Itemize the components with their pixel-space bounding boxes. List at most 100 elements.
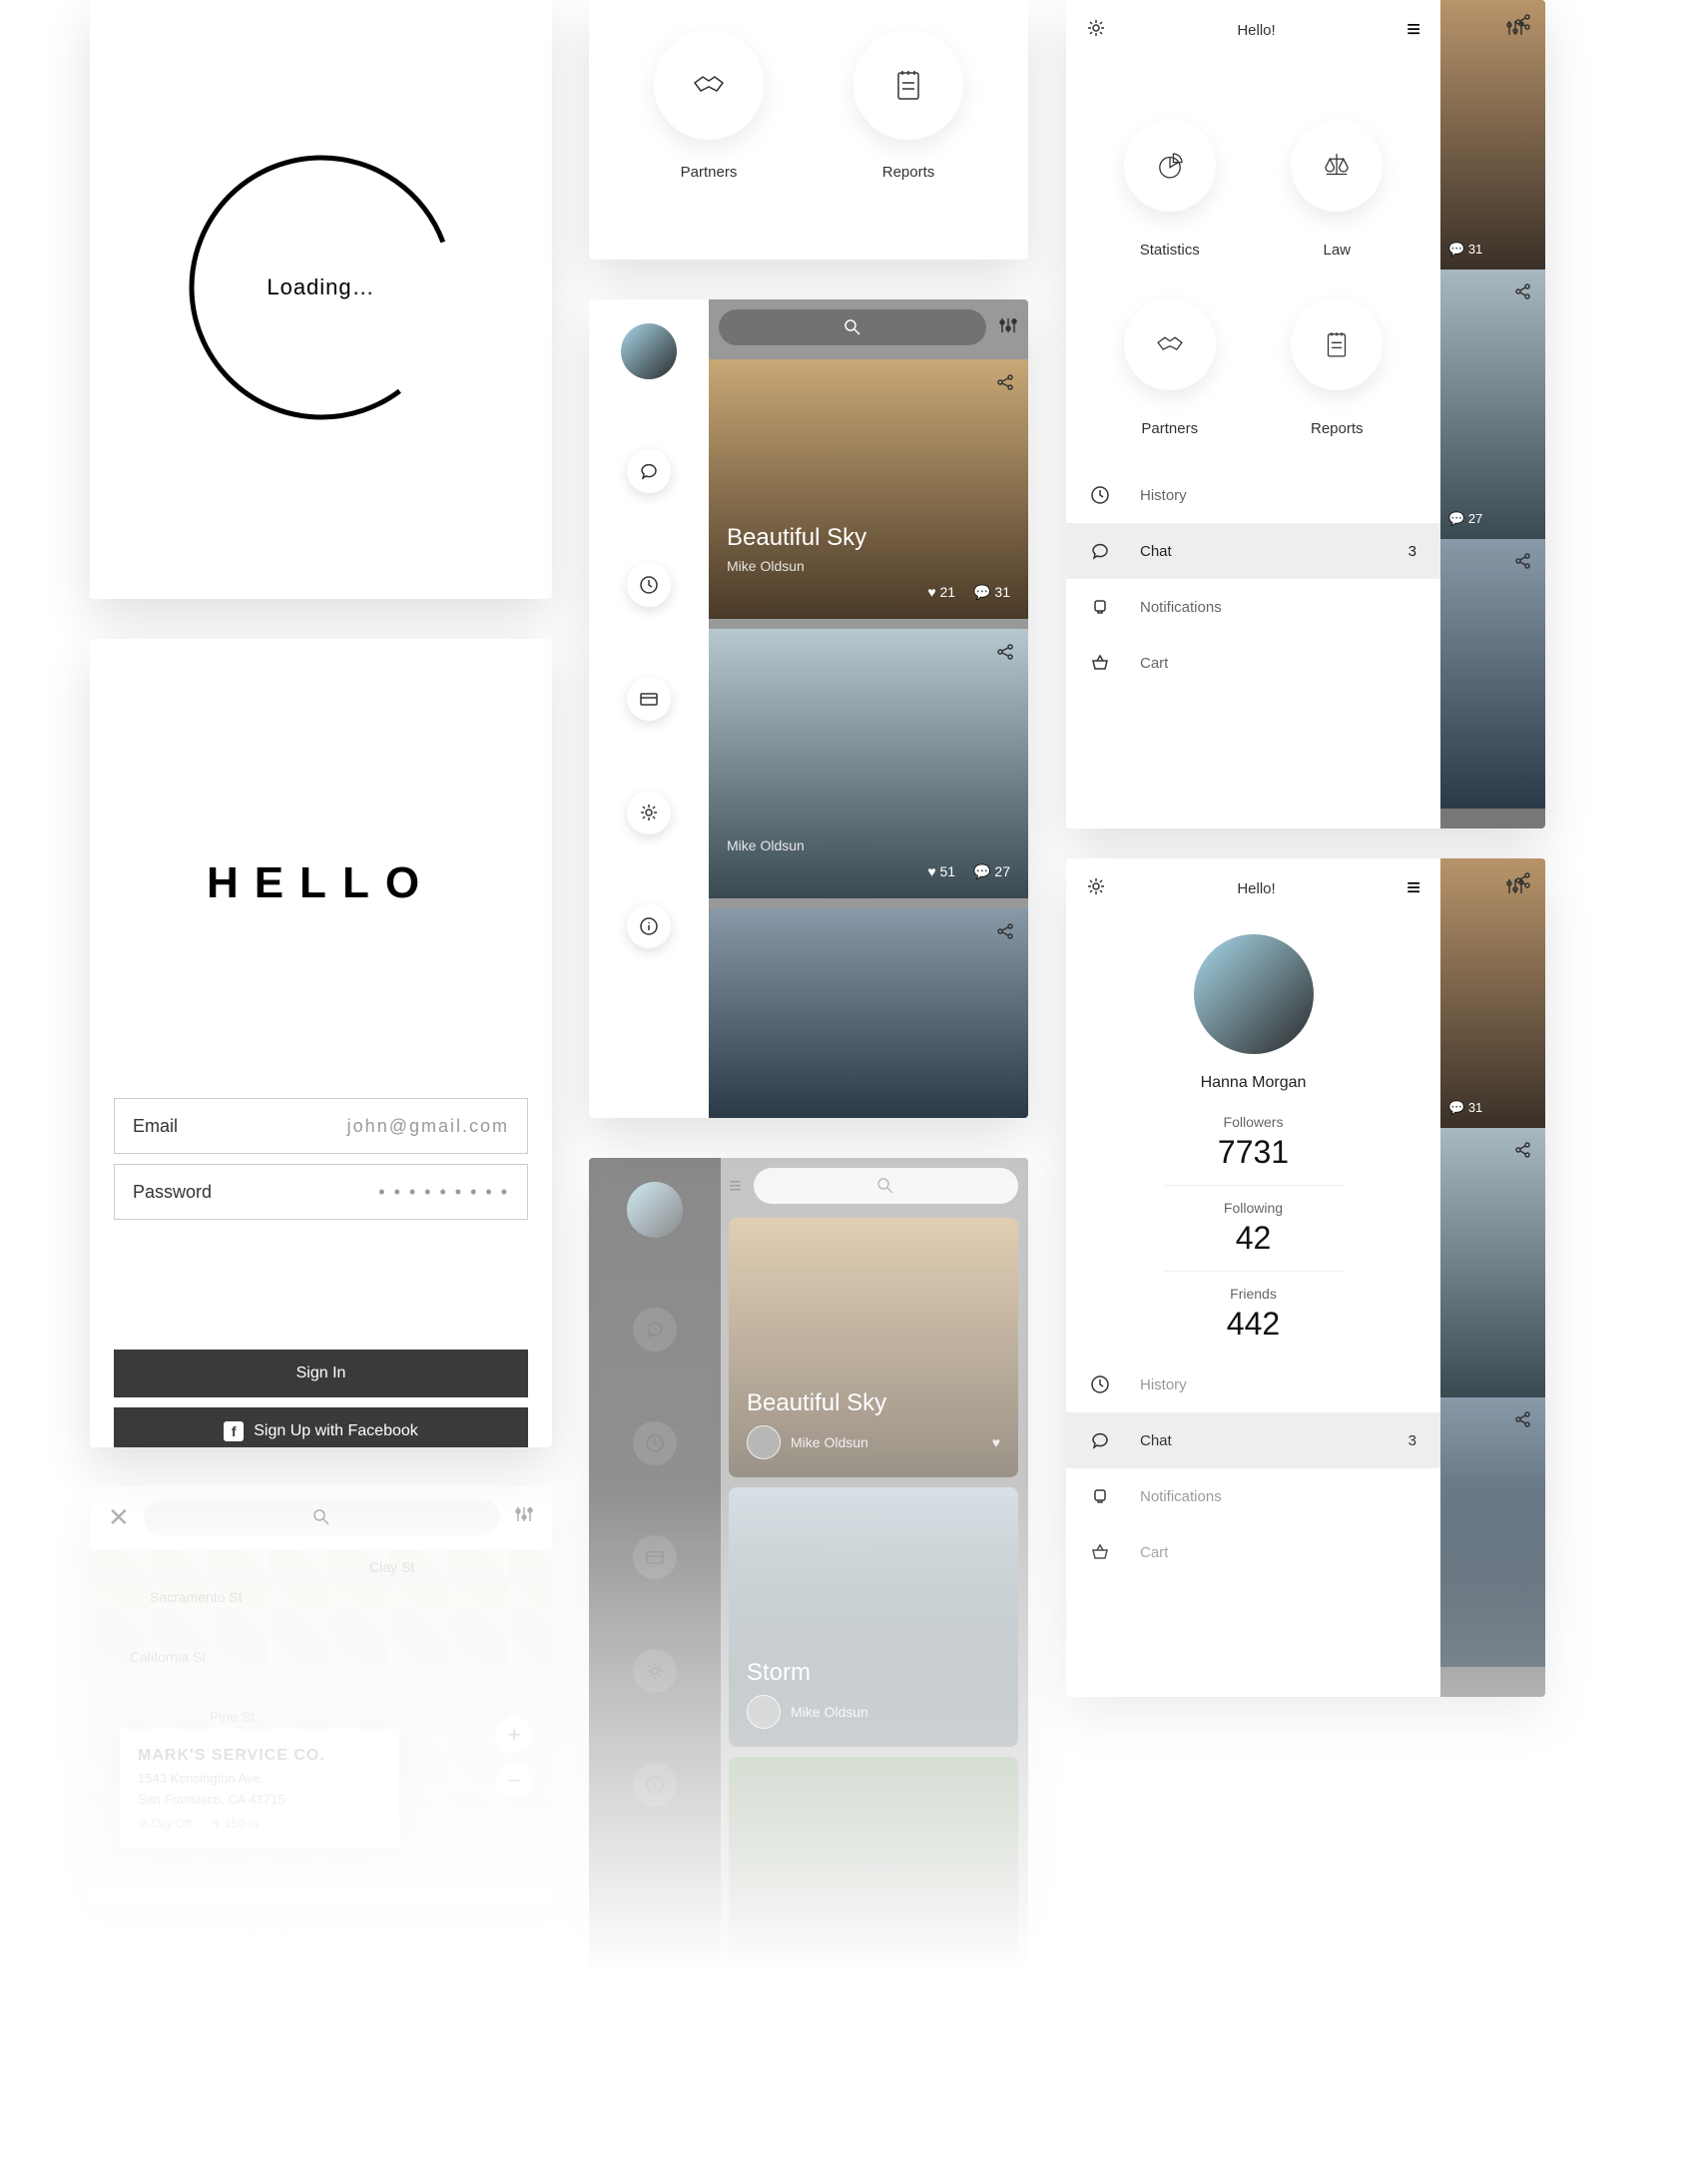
street-label: Pine St [210, 1709, 255, 1725]
logo-text: HELLO [90, 858, 552, 908]
filter-icon[interactable] [1505, 876, 1525, 901]
search-icon [876, 1177, 894, 1195]
share-icon[interactable] [996, 643, 1014, 666]
avatar[interactable] [627, 1182, 683, 1238]
map-view[interactable]: Sacramento St California St Pine St Clay… [90, 1549, 552, 1889]
filter-icon[interactable] [998, 315, 1018, 340]
share-icon[interactable] [1515, 283, 1531, 304]
gear-icon[interactable] [627, 791, 671, 834]
avatar[interactable] [621, 323, 677, 379]
piechart-icon [1153, 149, 1187, 183]
law-category[interactable]: Law [1254, 120, 1421, 259]
profile-avatar[interactable] [1194, 934, 1314, 1054]
loading-label: Loading… [267, 274, 374, 300]
zoom-out-button[interactable]: − [496, 1763, 532, 1799]
post-card[interactable]: Beautiful Sky Mike Oldsun ♥ 21 💬 31 [709, 359, 1028, 619]
partners-category[interactable]: Partners [654, 30, 764, 181]
bell-icon [1090, 1486, 1118, 1506]
filter-icon[interactable] [514, 1504, 534, 1530]
share-icon[interactable] [996, 373, 1014, 396]
menu-history[interactable]: History [1066, 1357, 1440, 1412]
drawer-greeting: Hello! [1237, 22, 1275, 39]
menu-cart[interactable]: Cart [1066, 635, 1440, 691]
comments-count: 💬 27 [973, 863, 1010, 880]
dayoff-label: ⊘ Day Off [138, 1817, 192, 1831]
menu-icon[interactable]: ≡ [1407, 874, 1420, 902]
profile-name: Hanna Morgan [1066, 1074, 1440, 1092]
post-author: Mike Oldsun [727, 558, 1010, 574]
menu-history[interactable]: History [1066, 467, 1440, 523]
post-card[interactable]: Storm Mike Oldsun [729, 1487, 1018, 1747]
menu-notifications[interactable]: Notifications [1066, 579, 1440, 635]
post-title: Beautiful Sky [727, 524, 1010, 552]
menu-notifications[interactable]: Notifications [1066, 1468, 1440, 1524]
share-icon[interactable] [1515, 553, 1531, 574]
post-author: Mike Oldsun [791, 1704, 868, 1720]
password-field[interactable]: Password • • • • • • • • • [114, 1164, 528, 1220]
clock-icon[interactable] [633, 1421, 677, 1465]
email-field[interactable]: Email john@gmail.com [114, 1098, 528, 1154]
reports-category[interactable]: Reports [1254, 298, 1421, 437]
menu-icon[interactable]: ≡ [1407, 16, 1420, 44]
close-icon[interactable]: ✕ [108, 1502, 130, 1533]
post-card[interactable]: Mike Oldsun ♥ 51 💬 27 [709, 629, 1028, 898]
drawer-categories-screen: 💬 31 💬 27 Hello! ≡ Statistics Law Partne… [1066, 0, 1545, 828]
handshake-icon [1153, 327, 1187, 361]
password-label: Password [133, 1182, 212, 1203]
chat-badge: 3 [1409, 543, 1416, 560]
card-icon[interactable] [633, 1535, 677, 1579]
street-label: Clay St [369, 1559, 414, 1575]
notepad-icon [888, 65, 928, 105]
card-icon[interactable] [627, 677, 671, 721]
gear-icon[interactable] [1086, 876, 1106, 901]
chat-icon[interactable] [627, 449, 671, 493]
signin-button[interactable]: Sign In [114, 1350, 528, 1397]
following-stat[interactable]: Following 42 [1164, 1186, 1344, 1272]
search-input[interactable] [144, 1499, 500, 1535]
filter-icon[interactable] [1505, 18, 1525, 43]
location-title: MARK'S SERVICE CO. [138, 1747, 381, 1765]
search-icon [312, 1508, 330, 1526]
zoom-in-button[interactable]: + [496, 1717, 532, 1753]
share-icon[interactable] [1515, 1411, 1531, 1432]
search-icon [844, 318, 861, 336]
drawer-profile-screen: 💬 31 Hello! ≡ Hanna Morgan Followers 773… [1066, 858, 1545, 1697]
partners-category[interactable]: Partners [1086, 298, 1254, 437]
sidebar [589, 299, 709, 1118]
categories-top-screen: Partners Reports [589, 0, 1028, 260]
location-card[interactable]: MARK'S SERVICE CO. 1543 Kensington Ave. … [120, 1729, 399, 1849]
chat-icon [1090, 1430, 1118, 1450]
statistics-category[interactable]: Statistics [1086, 120, 1254, 259]
share-icon[interactable] [996, 922, 1014, 945]
distance-label: ✈ 150 m [212, 1817, 259, 1831]
clock-icon[interactable] [627, 563, 671, 607]
chat-icon[interactable] [633, 1308, 677, 1352]
gear-icon[interactable] [633, 1649, 677, 1693]
comments-count: 💬 31 [973, 584, 1010, 601]
menu-icon[interactable]: ≡ [729, 1173, 742, 1199]
author-avatar [747, 1425, 781, 1459]
street-label: Sacramento St [150, 1589, 243, 1605]
info-icon[interactable] [627, 904, 671, 948]
share-icon[interactable] [1515, 1142, 1531, 1163]
street-label: California St [130, 1649, 206, 1665]
menu-cart[interactable]: Cart [1066, 1524, 1440, 1580]
menu-chat[interactable]: Chat 3 [1066, 1412, 1440, 1468]
friends-stat[interactable]: Friends 442 [1164, 1272, 1344, 1357]
search-input[interactable] [754, 1168, 1018, 1204]
post-card[interactable]: Forrest [729, 1757, 1018, 2016]
reports-category[interactable]: Reports [853, 30, 963, 181]
followers-stat[interactable]: Followers 7731 [1164, 1100, 1344, 1186]
gear-icon[interactable] [1086, 18, 1106, 43]
search-input[interactable] [719, 309, 986, 345]
signup-facebook-button[interactable]: f Sign Up with Facebook [114, 1407, 528, 1447]
menu-chat[interactable]: Chat 3 [1066, 523, 1440, 579]
drawer-greeting: Hello! [1237, 880, 1275, 897]
basket-icon [1090, 1542, 1118, 1562]
chat-icon [1090, 541, 1118, 561]
comments-count: 💬 31 [1448, 1100, 1482, 1116]
post-card[interactable]: Beautiful Sky Mike Oldsun♥ [729, 1218, 1018, 1477]
post-title: Forrest [747, 1970, 1000, 1998]
post-card[interactable] [709, 908, 1028, 1118]
info-icon[interactable] [633, 1763, 677, 1807]
